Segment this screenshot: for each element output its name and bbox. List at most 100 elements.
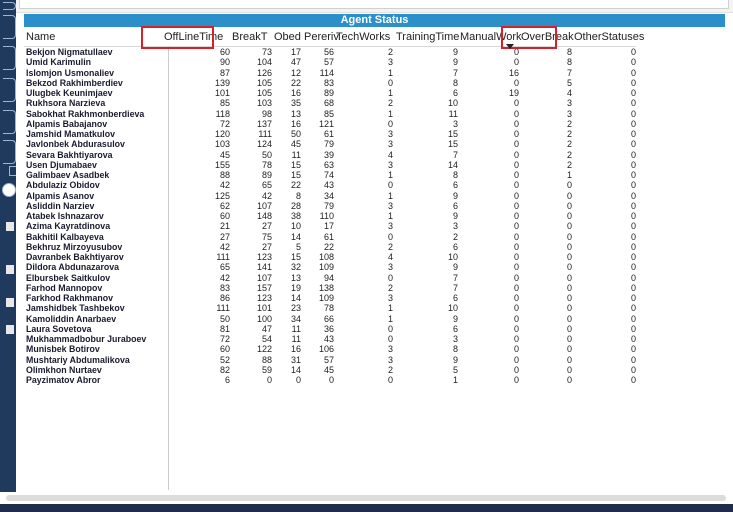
horizontal-scrollbar[interactable] — [6, 495, 726, 501]
table-row[interactable]: Payzimatov Abror 6 0 0 0 0 1 0 0 0 — [24, 375, 636, 385]
table-row[interactable]: Bekzod Rakhimberdiev 139 105 22 83 0 8 0 5 0 — [24, 78, 636, 88]
cell-trainingtime: 2 — [452, 231, 458, 242]
table-row[interactable]: Galimbaev Asadbek 88 89 15 74 1 8 0 1 0 — [24, 170, 636, 180]
table-row[interactable]: Munisbek Botirov 60 122 16 106 3 8 0 0 0 — [24, 344, 636, 354]
cell-pereriv: 89 — [323, 88, 334, 98]
cell-offlinetime: 50 — [219, 313, 230, 324]
table-row[interactable]: Javlonbek Abdurasulov 103 124 45 79 3 15 0 2 0 — [24, 139, 636, 149]
cell-trainingtime: 11 — [448, 108, 458, 119]
cell-breakt: 27 — [261, 221, 272, 232]
cell-offlinetime: 139 — [214, 77, 230, 88]
cell-offlinetime: 82 — [219, 364, 230, 375]
agent-name: Javlonbek Abdurasulov — [26, 139, 125, 150]
table-row[interactable]: Mushtariy Abdumalikova 52 88 31 57 3 9 0 0 0 — [24, 355, 636, 365]
table-row[interactable]: Bekhruz Mirzoyusubov 42 27 5 22 2 6 0 0 0 — [24, 242, 636, 252]
table-row[interactable]: Azima Kayratdinova 21 27 10 17 3 3 0 0 0 — [24, 221, 636, 231]
sidebar-button-5[interactable] — [3, 140, 16, 164]
column-header-techworks[interactable]: TechWorks — [336, 31, 390, 43]
sidebar-button-1[interactable] — [3, 15, 16, 39]
cell-manualwork: 0 — [513, 180, 519, 191]
cell-breakt: 103 — [256, 98, 272, 109]
cell-offlinetime: 111 — [216, 303, 230, 314]
cell-techworks: 0 — [387, 77, 393, 88]
cell-trainingtime: 8 — [452, 170, 458, 180]
agent-name: Bekzod Rakhimberdiev — [26, 77, 123, 88]
table-row[interactable]: Jamshid Mamatkulov 120 111 50 61 3 15 0 2 0 — [24, 129, 636, 139]
table-row[interactable]: Davranbek Bakhtiyarov 111 123 15 108 4 10 0 0 0 — [24, 252, 636, 262]
table-row[interactable]: Sabokhat Rakhmonberdieva 118 98 13 85 1 11 0 3 0 — [24, 109, 636, 119]
sidebar-button-4[interactable] — [3, 110, 16, 134]
column-header-trainingtime[interactable]: TrainingTime — [396, 31, 459, 43]
table-row[interactable]: Elbursbek Saitkulov 42 107 13 94 0 7 0 0 0 — [24, 273, 636, 283]
cell-breakt: 107 — [256, 200, 272, 211]
table-row[interactable]: Mukhammadbobur Juraboev 72 54 11 43 0 3 0 0 0 — [24, 334, 636, 344]
cell-overbreak: 0 — [566, 200, 572, 211]
table-row[interactable]: Usen Djumabaev 155 78 15 63 3 14 0 2 0 — [24, 160, 636, 170]
agent-name: Munisbek Botirov — [26, 344, 100, 355]
cell-overbreak: 1 — [566, 170, 572, 180]
table-row[interactable]: Asliddin Narziev 62 107 28 79 3 6 0 0 0 — [24, 201, 636, 211]
table-row[interactable]: Farhod Mannopov 83 157 19 138 2 7 0 0 0 — [24, 283, 636, 293]
table-row[interactable]: Farkhod Rakhmanov 86 123 14 109 3 6 0 0 0 — [24, 293, 636, 303]
cell-trainingtime: 1 — [452, 375, 458, 385]
cell-obed: 47 — [290, 57, 301, 68]
cell-manualwork: 0 — [513, 170, 519, 180]
sidebar-button-3[interactable] — [3, 78, 16, 102]
column-header-breakt[interactable]: BreakT — [232, 31, 267, 43]
sort-descending-icon[interactable] — [506, 44, 514, 49]
column-header-pereriv[interactable]: Pereriv — [304, 31, 339, 43]
toggle-switch[interactable] — [2, 183, 16, 197]
table-row[interactable]: Jamshidbek Tashbekov 111 101 23 78 1 10 0 0 0 — [24, 303, 636, 313]
table-row[interactable]: Islomjon Usmonaliev 87 126 12 114 1 7 16 7 0 — [24, 68, 636, 78]
table-row[interactable]: Olimkhon Nurtaev 82 59 14 45 2 5 0 0 0 — [24, 365, 636, 375]
table-row[interactable]: Rukhsora Narzieva 85 103 35 68 2 10 0 3 0 — [24, 98, 636, 108]
agent-name: Asliddin Narziev — [26, 200, 95, 211]
cell-breakt: 0 — [266, 375, 272, 385]
checkbox-icon[interactable] — [6, 265, 14, 274]
agent-name: Bakhitil Kalbayeva — [26, 231, 104, 242]
checkbox-icon[interactable] — [6, 222, 14, 231]
table-row[interactable]: Abdulaziz Obidov 42 65 22 43 0 6 0 0 0 — [24, 180, 636, 190]
cell-offlinetime: 42 — [219, 180, 230, 191]
cell-manualwork: 0 — [513, 159, 519, 170]
cell-breakt: 137 — [256, 118, 272, 129]
cell-obed: 22 — [290, 180, 301, 191]
table-row[interactable]: Bakhitil Kalbayeva 27 75 14 61 0 2 0 0 0 — [24, 232, 636, 242]
table-row[interactable]: Alpamis Babajanov 72 137 16 121 0 3 0 2 0 — [24, 119, 636, 129]
table-row[interactable]: Dildora Abdunazarova 65 141 32 109 3 9 0 0 0 — [24, 262, 636, 272]
table-row[interactable]: Atabek Ishnazarov 60 148 38 110 1 9 0 0 0 — [24, 211, 636, 221]
cell-breakt: 105 — [256, 88, 272, 98]
cell-techworks: 3 — [387, 200, 393, 211]
cell-obed: 19 — [290, 282, 301, 293]
table-row[interactable]: Kamoliddin Anarbaev 50 100 34 66 1 9 0 0 0 — [24, 314, 636, 324]
cell-pereriv: 61 — [323, 231, 334, 242]
agent-name: Bekjon Nigmatullaev — [26, 47, 113, 57]
sidebar-button-2[interactable] — [3, 46, 16, 70]
cell-overbreak: 0 — [566, 303, 572, 314]
cell-breakt: 104 — [256, 57, 272, 68]
left-sidebar — [0, 0, 17, 492]
table-row[interactable]: Umid Karimulin 90 104 47 57 3 9 0 8 0 — [24, 57, 636, 67]
agent-name: Elbursbek Saitkulov — [26, 272, 111, 283]
cell-trainingtime: 3 — [452, 221, 458, 232]
cell-otherstatuses: 0 — [630, 272, 636, 283]
table-row[interactable]: Alpamis Asanov 125 42 8 34 1 9 0 0 0 — [24, 191, 636, 201]
column-header-obed[interactable]: Obed — [274, 31, 301, 43]
cell-pereriv: 63 — [323, 159, 334, 170]
column-header-otherstatuses[interactable]: OtherStatuses — [574, 31, 644, 43]
cell-offlinetime: 62 — [219, 200, 230, 211]
table-row[interactable]: Laura Sovetova 81 47 11 36 0 6 0 0 0 — [24, 324, 636, 334]
table-row[interactable]: Ulugbek Keunimjaev 101 105 16 89 1 6 19 4 0 — [24, 88, 636, 98]
agent-name: Ulugbek Keunimjaev — [26, 88, 113, 98]
agent-name: Jamshidbek Tashbekov — [26, 303, 125, 314]
table-row[interactable]: Sevara Bakhtiyarova 45 50 11 39 4 7 0 2 0 — [24, 150, 636, 160]
cell-pereriv: 85 — [323, 108, 334, 119]
checkbox-icon[interactable] — [6, 325, 14, 334]
cell-techworks: 2 — [387, 364, 393, 375]
checkbox-icon[interactable] — [6, 298, 14, 307]
column-header-name[interactable]: Name — [26, 31, 55, 43]
sidebar-button-top[interactable] — [3, 2, 16, 10]
cell-otherstatuses: 0 — [630, 262, 636, 273]
cell-breakt: 157 — [256, 282, 272, 293]
cell-breakt: 47 — [261, 323, 272, 334]
